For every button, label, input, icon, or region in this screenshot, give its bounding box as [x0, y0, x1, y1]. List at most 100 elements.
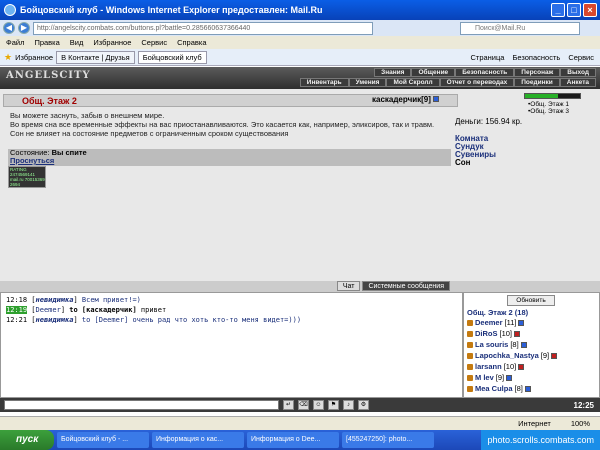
user-level: [9] — [495, 373, 505, 382]
start-button[interactable]: пуск — [0, 430, 54, 450]
user-row[interactable]: larsann [10] — [467, 361, 596, 372]
game-logo: ANGELSCITY — [6, 70, 91, 81]
menu-bar: Файл Правка Вид Избранное Сервис Справка — [0, 36, 600, 49]
security-menu[interactable]: Безопасность — [512, 53, 560, 62]
floor-1-link[interactable]: •Общ. Этаж 1 — [528, 101, 569, 108]
info-icon[interactable] — [520, 341, 527, 348]
nav-knowledge[interactable]: Знания — [374, 68, 412, 77]
chat-time[interactable]: 12:18 — [6, 296, 27, 304]
tab-chat[interactable]: Чат — [336, 281, 361, 291]
chat-recipient: to [каскадерчик] — [69, 306, 137, 314]
tab-system-messages[interactable]: Системные сообщения — [362, 281, 450, 291]
user-row[interactable]: Lapochka_Nastya [9] — [467, 350, 596, 361]
chat-nick[interactable]: Deemer — [36, 306, 61, 314]
refresh-button[interactable]: Обновить — [507, 295, 555, 306]
zoom-level[interactable]: 100% — [571, 419, 590, 428]
menu-view[interactable]: Вид — [70, 38, 84, 47]
nav-skills[interactable]: Умения — [348, 78, 387, 87]
task-info-2[interactable]: Информация о Dee... — [247, 432, 339, 448]
watermark: photo.scrolls.combats.com — [481, 430, 600, 450]
minimize-button[interactable]: _ — [551, 3, 565, 17]
chat-time[interactable]: 12:19 — [6, 306, 28, 314]
back-icon[interactable]: ◀ — [3, 22, 15, 34]
favorites-label[interactable]: Избранное — [15, 53, 53, 62]
tab-combats[interactable]: Бойцовский клуб — [137, 50, 207, 64]
user-level: [8] — [514, 384, 523, 393]
tab-vkontakte[interactable]: В Контакте | Друзья — [56, 50, 135, 64]
chat-time[interactable]: 12:21 — [6, 316, 27, 324]
clear-icon[interactable]: ⌫ — [298, 400, 309, 410]
maximize-button[interactable]: □ — [567, 3, 581, 17]
chat-text: Всем привет!=) — [81, 296, 141, 304]
menu-help[interactable]: Справка — [177, 38, 206, 47]
info-icon[interactable] — [551, 352, 558, 359]
user-row[interactable]: La souris [8] — [467, 339, 596, 350]
info-line: Сон не влияет на состояние предметов с о… — [10, 129, 289, 138]
window-titlebar: Бойцовский клуб - Windows Internet Explo… — [0, 0, 600, 20]
state-value: Вы спите — [51, 148, 87, 157]
chat-nick[interactable]: невидимка — [36, 316, 74, 324]
forward-icon[interactable]: ▶ — [18, 22, 30, 34]
nav-security[interactable]: Безопасность — [455, 68, 515, 77]
info-icon[interactable] — [506, 374, 513, 381]
search-input[interactable]: Поиск@Mail.Ru — [460, 21, 580, 35]
user-row[interactable]: Mea Culpa [8] — [467, 383, 596, 394]
user-name: La souris — [475, 340, 509, 349]
floor-3-link[interactable]: •Общ. Этаж 3 — [528, 108, 569, 115]
address-input[interactable]: http://angelscity.combats.com/buttons.pl… — [33, 21, 373, 35]
menu-file[interactable]: Файл — [6, 38, 24, 47]
menu-edit[interactable]: Правка — [34, 38, 59, 47]
tools-menu[interactable]: Сервис — [568, 53, 594, 62]
nav-exit[interactable]: Выход — [560, 68, 596, 77]
settings-icon[interactable]: ⚙ — [358, 400, 369, 410]
status-bar: Интернет 100% — [0, 416, 600, 430]
tab-label: Бойцовский клуб — [142, 52, 202, 62]
nav-transfers[interactable]: Отчет о переводах — [439, 78, 515, 87]
sleep-info: Вы можете заснуть, забыв о внешнем мире.… — [10, 111, 450, 138]
chat-nick[interactable]: невидимка — [36, 296, 74, 304]
wake-link[interactable]: Проснуться — [10, 157, 451, 165]
nav-profile[interactable]: Анкета — [559, 78, 596, 87]
private-message-icon[interactable] — [467, 341, 473, 348]
private-message-icon[interactable] — [467, 330, 473, 337]
player-name[interactable]: каскадерчик[9] — [372, 95, 440, 104]
nav-scroll[interactable]: Мой Скролл — [386, 78, 440, 87]
task-combats[interactable]: Бойцовский клуб - ... — [57, 432, 149, 448]
task-info-1[interactable]: Информация о кас... — [152, 432, 244, 448]
nav-character[interactable]: Персонаж — [514, 68, 561, 77]
private-message-icon[interactable] — [467, 374, 473, 381]
smiley-icon[interactable]: ☺ — [313, 400, 324, 410]
private-message-icon[interactable] — [467, 385, 473, 392]
filter-icon[interactable]: ⚑ — [328, 400, 339, 410]
favorites-star-icon[interactable]: ★ — [4, 52, 12, 63]
user-row[interactable]: DiRoS [10] — [467, 328, 596, 339]
nav-communication[interactable]: Общение — [411, 68, 456, 77]
chat-message: 12:18 [невидимка] Всем привет!=) — [6, 296, 141, 304]
sound-icon[interactable]: ♪ — [343, 400, 354, 410]
info-icon[interactable] — [433, 96, 440, 102]
user-level: [10] — [499, 329, 513, 338]
private-message-icon[interactable] — [467, 319, 473, 326]
info-icon[interactable] — [524, 385, 531, 392]
menu-favorites[interactable]: Избранное — [93, 38, 131, 47]
private-message-icon[interactable] — [467, 363, 473, 370]
task-photo[interactable]: [455247250]: photo... — [342, 432, 434, 448]
page-menu[interactable]: Страница — [470, 53, 504, 62]
user-row[interactable]: Deemer [11] — [467, 317, 596, 328]
chat-message-input[interactable] — [4, 400, 279, 410]
info-icon[interactable] — [518, 319, 525, 326]
private-message-icon[interactable] — [467, 352, 473, 359]
rating-counter[interactable]: RATING 2474569141 mail.ru 70015369 2694 — [8, 166, 46, 188]
tabs-row: ★ Избранное В Контакте | Друзья Бойцовск… — [0, 49, 600, 66]
chat-recipient: to [Deemer] — [81, 316, 129, 324]
info-icon[interactable] — [518, 363, 525, 370]
menu-tools[interactable]: Сервис — [141, 38, 167, 47]
user-row[interactable]: M lev [9] — [467, 372, 596, 383]
hp-fill — [525, 94, 558, 98]
info-icon[interactable] — [514, 330, 521, 337]
nav-inventory[interactable]: Инвентарь — [299, 78, 349, 87]
send-icon[interactable]: ↵ — [283, 400, 294, 410]
nav-battles[interactable]: Поединки — [514, 78, 560, 87]
money-display: Деньги: 156.94 кр. — [455, 117, 523, 126]
close-button[interactable]: × — [583, 3, 597, 17]
